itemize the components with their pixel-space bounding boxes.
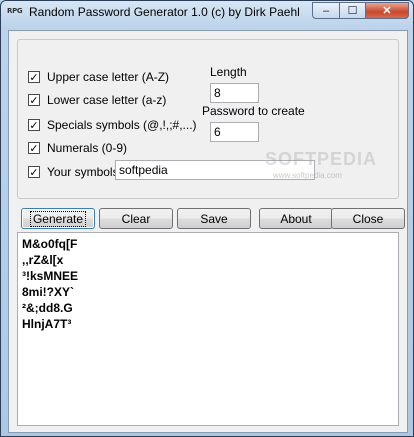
specials-option[interactable]: ✓ Specials symbols (@,!,;#,...): [28, 117, 197, 133]
generate-button[interactable]: Generate: [21, 208, 95, 229]
client-area: ✓ Upper case letter (A-Z) ✓ Lower case l…: [8, 30, 408, 433]
password-line: 8mi!?XY`: [22, 285, 75, 299]
maximize-icon: ☐: [347, 5, 358, 17]
numerals-option[interactable]: ✓ Numerals (0-9): [28, 140, 127, 156]
minimize-button[interactable]: –: [312, 2, 339, 19]
lower-case-label: Lower case letter (a-z): [47, 93, 167, 107]
upper-case-label: Upper case letter (A-Z): [47, 70, 170, 84]
lower-case-option[interactable]: ✓ Lower case letter (a-z): [28, 92, 166, 108]
save-label: Save: [200, 211, 228, 226]
save-button[interactable]: Save: [177, 208, 251, 229]
options-group: ✓ Upper case letter (A-Z) ✓ Lower case l…: [17, 39, 399, 199]
password-line: ,,rZ&l[x: [22, 253, 64, 267]
password-count-input[interactable]: [210, 122, 259, 142]
close-button[interactable]: Close: [331, 208, 405, 229]
close-icon: ✕: [382, 5, 392, 17]
password-line: ³!ksMNEE: [22, 269, 79, 283]
clear-button[interactable]: Clear: [99, 208, 173, 229]
minimize-icon: –: [322, 4, 330, 17]
numerals-checkbox[interactable]: ✓: [28, 142, 40, 154]
generate-label: Generate: [29, 210, 87, 227]
app-icon: RPG: [7, 7, 23, 15]
clear-label: Clear: [121, 211, 151, 226]
title-bar[interactable]: RPG Random Password Generator 1.0 (c) by…: [1, 1, 413, 25]
close-window-button[interactable]: ✕: [365, 2, 409, 19]
window-title: Random Password Generator 1.0 (c) by Dir…: [29, 5, 300, 19]
your-symbols-checkbox[interactable]: ✓: [28, 166, 40, 178]
password-output[interactable]: M&o0fq[F ,,rZ&l[x ³!ksMNEE 8mi!?XY` ²&;d…: [17, 232, 399, 426]
about-button[interactable]: About: [259, 208, 333, 229]
app-window: RPG Random Password Generator 1.0 (c) by…: [0, 0, 414, 437]
length-label: Length: [210, 65, 247, 79]
length-input[interactable]: [210, 83, 259, 103]
your-symbols-input[interactable]: [115, 160, 315, 180]
password-line: HlnjA7T³: [22, 317, 72, 331]
password-count-label: Password to create: [202, 104, 305, 118]
specials-label: Specials symbols (@,!,;#,...): [47, 118, 197, 132]
numerals-label: Numerals (0-9): [47, 141, 128, 155]
password-line: M&o0fq[F: [22, 237, 78, 251]
about-label: About: [280, 211, 312, 226]
specials-checkbox[interactable]: ✓: [28, 119, 40, 131]
close-label: Close: [352, 211, 384, 226]
maximize-button[interactable]: ☐: [339, 2, 365, 19]
your-symbols-option[interactable]: ✓ Your symbols: [28, 164, 119, 180]
password-line: ²&;dd8.G: [22, 301, 73, 315]
upper-case-checkbox[interactable]: ✓: [28, 71, 40, 83]
lower-case-checkbox[interactable]: ✓: [28, 94, 40, 106]
upper-case-option[interactable]: ✓ Upper case letter (A-Z): [28, 69, 169, 85]
your-symbols-label: Your symbols: [47, 165, 119, 179]
